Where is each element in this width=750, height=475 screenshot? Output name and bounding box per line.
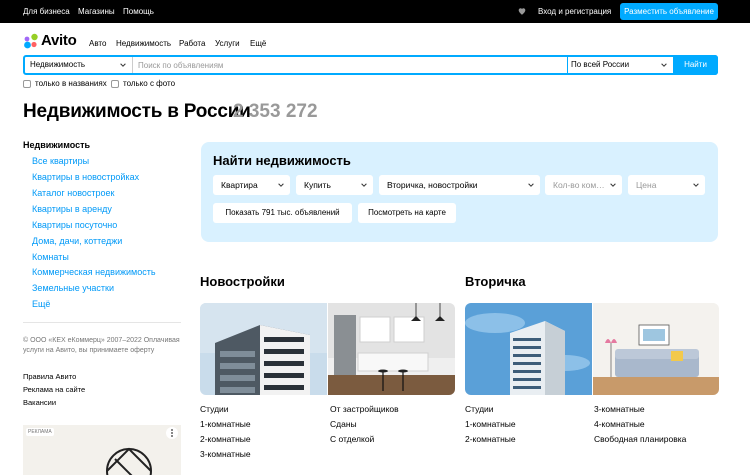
favorites-heart-icon[interactable]: [517, 6, 527, 16]
ad-banner[interactable]: РЕКЛАМА: [23, 425, 181, 475]
help-link[interactable]: Помощь: [123, 7, 154, 16]
deal-select-value: Купить: [304, 180, 331, 190]
category-select-value: Недвижимость: [30, 60, 86, 69]
only-photo-checkbox[interactable]: только с фото: [111, 79, 175, 88]
resale-photo-living-room[interactable]: [593, 303, 719, 395]
nav-jobs[interactable]: Работа: [179, 39, 205, 48]
checkbox-box[interactable]: [23, 79, 31, 88]
category-select[interactable]: Недвижимость: [25, 57, 133, 73]
checkbox-box[interactable]: [111, 79, 119, 88]
sidebar-divider: [23, 322, 181, 323]
sidebar-item-rent[interactable]: Квартиры в аренду: [32, 204, 112, 214]
post-ad-button[interactable]: Разместить объявление: [620, 3, 718, 20]
only-titles-checkbox[interactable]: только в названиях: [23, 79, 107, 88]
market-select[interactable]: Вторичка, новостройки: [379, 175, 540, 195]
type-select-value: Квартира: [221, 180, 258, 190]
search-input[interactable]: [134, 57, 565, 73]
region-select-value: По всей России: [571, 60, 630, 69]
login-link[interactable]: Вход и регистрация: [538, 7, 611, 16]
ad-menu-button[interactable]: [166, 427, 178, 439]
rooms-select-placeholder: Кол-во ком…: [553, 180, 605, 190]
type-select[interactable]: Квартира: [213, 175, 290, 195]
rooms-select[interactable]: Кол-во ком…: [545, 175, 622, 195]
sidebar-item-more[interactable]: Ещё: [32, 299, 50, 309]
footer-jobs-link[interactable]: Вакансии: [23, 398, 56, 407]
ad-graphic-icon: [106, 447, 152, 475]
chevron-down-icon: [361, 183, 367, 187]
chevron-down-icon: [693, 183, 699, 187]
new-2room-link[interactable]: 2-комнатные: [200, 434, 251, 444]
sidebar-item-catalog[interactable]: Каталог новостроек: [32, 188, 114, 198]
footer-ads-link[interactable]: Реклама на сайте: [23, 385, 85, 394]
sidebar-item-land[interactable]: Земельные участки: [32, 283, 114, 293]
sidebar-item-houses[interactable]: Дома, дачи, коттеджи: [32, 236, 122, 246]
sidebar-item-daily[interactable]: Квартиры посуточно: [32, 220, 117, 230]
resale-1room-link[interactable]: 1-комнатные: [465, 419, 516, 429]
chevron-down-icon: [661, 63, 667, 67]
nav-auto[interactable]: Авто: [89, 39, 106, 48]
nav-services[interactable]: Услуги: [215, 39, 240, 48]
sidebar-item-rooms[interactable]: Комнаты: [32, 252, 69, 262]
sidebar-item-all-apartments[interactable]: Все квартиры: [32, 156, 89, 166]
resale-3room-link[interactable]: 3-комнатные: [594, 404, 645, 414]
new-completed-link[interactable]: Сданы: [330, 419, 357, 429]
shops-link[interactable]: Магазины: [78, 7, 115, 16]
more-dots-icon: [171, 429, 173, 437]
price-select-placeholder: Цена: [636, 180, 657, 190]
region-select[interactable]: По всей России: [567, 57, 673, 73]
listing-count: 2 353 272: [233, 101, 318, 122]
top-bar: Для бизнеса Магазины Помощь Вход и регис…: [0, 0, 750, 23]
chevron-down-icon: [528, 183, 534, 187]
chevron-down-icon: [610, 183, 616, 187]
show-results-button[interactable]: Показать 791 тыс. объявлений: [213, 203, 352, 223]
new-buildings-title[interactable]: Новостройки: [200, 274, 285, 289]
nav-more[interactable]: Ещё: [250, 39, 266, 48]
search-button[interactable]: Найти: [673, 55, 718, 75]
resale-title[interactable]: Вторичка: [465, 274, 526, 289]
avito-logo-dots-icon: [24, 33, 38, 49]
resale-studios-link[interactable]: Студии: [465, 404, 494, 414]
show-on-map-button[interactable]: Посмотреть на карте: [358, 203, 456, 223]
new-3room-link[interactable]: 3-комнатные: [200, 449, 251, 459]
deal-select[interactable]: Купить: [296, 175, 373, 195]
business-link[interactable]: Для бизнеса: [23, 7, 70, 16]
chevron-down-icon: [278, 183, 284, 187]
page-title: Недвижимость в России: [23, 101, 251, 122]
footer-rules-link[interactable]: Правила Авито: [23, 372, 76, 381]
ad-tag: РЕКЛАМА: [26, 428, 54, 436]
chevron-down-icon: [120, 63, 126, 67]
only-photo-label: только с фото: [123, 79, 176, 88]
new-buildings-photo-exterior[interactable]: [200, 303, 327, 395]
new-developers-link[interactable]: От застройщиков: [330, 404, 399, 414]
sidebar-item-new-buildings[interactable]: Квартиры в новостройках: [32, 172, 139, 182]
new-studios-link[interactable]: Студии: [200, 404, 229, 414]
sidebar-item-commercial[interactable]: Коммерческая недвижимость: [32, 267, 156, 277]
resale-free-layout-link[interactable]: Свободная планировка: [594, 434, 686, 444]
brand-name: Avito: [41, 32, 77, 49]
only-titles-label: только в названиях: [35, 79, 107, 88]
resale-photo-tower[interactable]: [465, 303, 592, 395]
new-buildings-photo-kitchen[interactable]: [328, 303, 455, 395]
price-select[interactable]: Цена: [628, 175, 705, 195]
nav-realty[interactable]: Недвижимость: [116, 39, 171, 48]
realty-finder: Найти недвижимость Квартира Купить Втори…: [201, 142, 718, 242]
sidebar-heading[interactable]: Недвижимость: [23, 140, 90, 150]
finder-title: Найти недвижимость: [213, 153, 351, 168]
copyright-text: © ООО «КЕХ еКоммерц» 2007–2022 Оплачивая…: [23, 337, 180, 354]
new-finished-link[interactable]: С отделкой: [330, 434, 374, 444]
resale-4room-link[interactable]: 4-комнатные: [594, 419, 645, 429]
market-select-value: Вторичка, новостройки: [387, 180, 478, 190]
new-1room-link[interactable]: 1-комнатные: [200, 419, 251, 429]
search-bar: Недвижимость По всей России Найти: [23, 55, 718, 75]
resale-2room-link[interactable]: 2-комнатные: [465, 434, 516, 444]
